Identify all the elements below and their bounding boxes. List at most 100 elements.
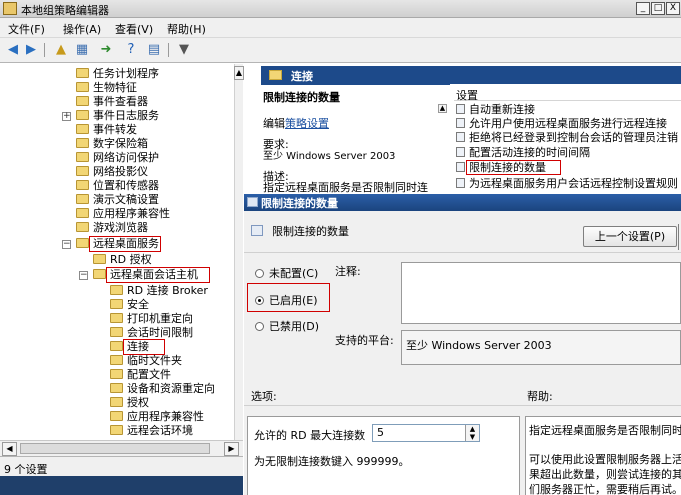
- folder-icon: [76, 124, 89, 134]
- scroll-up-icon[interactable]: ▲: [234, 66, 244, 80]
- settings-list: 设置 ▲ 自动重新连接 允许用户使用远程桌面服务进行远程连接 拒绝将已经登录到控…: [438, 84, 681, 196]
- details-header: 连接: [261, 66, 681, 85]
- tree-item[interactable]: 远程会话环境: [110, 424, 193, 438]
- highlight-box: [247, 283, 330, 312]
- tree-item[interactable]: 网络投影仪: [76, 165, 148, 179]
- window-title: 本地组策略编辑器: [21, 4, 109, 17]
- tree-item[interactable]: 授权: [110, 396, 149, 410]
- forward-arrow-icon[interactable]: ▶: [23, 42, 39, 58]
- tree-item[interactable]: 事件转发: [76, 123, 137, 137]
- scroll-right-icon[interactable]: ▶: [224, 442, 239, 456]
- folder-icon: [76, 166, 89, 176]
- settings-column-header[interactable]: 设置: [454, 86, 681, 102]
- menu-action[interactable]: 操作(A): [63, 21, 101, 37]
- menu-file[interactable]: 文件(F): [8, 21, 45, 37]
- radio-disabled[interactable]: 已禁用(D): [255, 318, 319, 334]
- policy-icon: [247, 197, 258, 207]
- tree-horizontal-scrollbar[interactable]: ◀ ▶: [0, 440, 243, 456]
- options-panel: 允许的 RD 最大连接数 5 ▲ ▼ 为无限制连接数键入 999999。: [247, 416, 520, 495]
- collapse-icon[interactable]: −: [79, 271, 88, 280]
- folder-icon: [76, 96, 89, 106]
- folder-icon: [110, 355, 123, 365]
- folder-icon: [76, 110, 89, 120]
- filter-icon[interactable]: ▼: [176, 42, 192, 58]
- tree-item[interactable]: 应用程序兼容性: [110, 410, 204, 424]
- setting-row[interactable]: 自动重新连接: [456, 103, 535, 116]
- menu-view[interactable]: 查看(V): [115, 21, 153, 37]
- tree-item[interactable]: 配置文件: [110, 368, 171, 382]
- radio-icon: [255, 322, 264, 331]
- spin-down-icon[interactable]: ▼: [465, 433, 479, 441]
- highlight-box: [106, 267, 210, 283]
- tree-item[interactable]: 任务计划程序: [76, 67, 159, 81]
- help-text-line: 可以使用此设置限制服务器上活: [529, 453, 681, 466]
- folder-icon: [76, 82, 89, 92]
- supported-platform-field: 至少 Windows Server 2003: [401, 330, 681, 365]
- folder-icon: [76, 138, 89, 148]
- folder-icon: [76, 152, 89, 162]
- comment-label: 注释:: [335, 265, 361, 278]
- show-hide-tree-icon[interactable]: ▦: [74, 42, 90, 58]
- requirements-value: 至少 Windows Server 2003: [263, 151, 396, 162]
- tree-item[interactable]: 事件日志服务: [76, 109, 159, 123]
- max-connections-spinbox[interactable]: 5 ▲ ▼: [372, 424, 480, 442]
- policy-icon: [456, 104, 465, 114]
- setting-name: 限制连接的数量: [272, 225, 349, 238]
- collapse-icon[interactable]: −: [62, 240, 71, 249]
- highlight-box: [123, 339, 165, 355]
- tree-item[interactable]: 游戏浏览器: [76, 221, 148, 235]
- tree-item[interactable]: 网络访问保护: [76, 151, 159, 165]
- setting-row[interactable]: 配置活动连接的时间间隔: [456, 146, 590, 159]
- highlight-box: [466, 160, 561, 175]
- tree-item[interactable]: RD 授权: [93, 253, 152, 267]
- expand-icon[interactable]: +: [62, 112, 71, 121]
- scroll-up-icon[interactable]: ▲: [438, 104, 447, 113]
- setting-row[interactable]: 为远程桌面服务用户会话远程控制设置规则: [456, 177, 678, 190]
- comment-field[interactable]: [401, 262, 681, 324]
- policy-icon: [251, 225, 263, 236]
- scroll-left-icon[interactable]: ◀: [2, 442, 17, 456]
- previous-setting-button[interactable]: 上一个设置(P): [583, 226, 677, 247]
- help-icon[interactable]: ?: [123, 42, 139, 58]
- maximize-button[interactable]: □: [651, 2, 665, 15]
- tree-item[interactable]: 应用程序兼容性: [76, 207, 170, 221]
- tree-item[interactable]: 会话时间限制: [110, 326, 193, 340]
- back-arrow-icon[interactable]: ◀: [5, 42, 21, 58]
- radio-not-configured[interactable]: 未配置(C): [255, 265, 318, 281]
- toolbar: ◀ ▶ ▲ ▦ ➜ ? ▤ ▼: [0, 38, 681, 63]
- tree-item[interactable]: 位置和传感器: [76, 179, 159, 193]
- menu-help[interactable]: 帮助(H): [167, 21, 206, 37]
- tree-item[interactable]: 设备和资源重定向: [110, 382, 215, 396]
- status-bar: 9 个设置: [0, 456, 243, 476]
- spin-up-icon[interactable]: ▲: [465, 425, 479, 433]
- folder-icon: [110, 397, 123, 407]
- minimize-button[interactable]: _: [636, 2, 650, 15]
- properties-icon[interactable]: ▤: [146, 42, 162, 58]
- setting-row[interactable]: 允许用户使用远程桌面服务进行远程连接: [456, 117, 667, 130]
- options-label: 选项:: [251, 390, 277, 403]
- close-button[interactable]: X: [666, 2, 680, 15]
- tree-vertical-scrollbar[interactable]: ▲: [234, 64, 244, 440]
- tree-item[interactable]: 演示文稿设置: [76, 193, 159, 207]
- divider: [244, 405, 681, 406]
- tree-item[interactable]: 事件查看器: [76, 95, 148, 109]
- help-text-line: 们服务器正忙，需要稍后再试。: [529, 483, 681, 495]
- policy-icon: [456, 118, 465, 128]
- tree-item[interactable]: 打印机重定向: [110, 312, 193, 326]
- tree-item[interactable]: 安全: [110, 298, 149, 312]
- tree-item[interactable]: 数字保险箱: [76, 137, 148, 151]
- tree-item[interactable]: 临时文件夹: [110, 354, 182, 368]
- tree-item[interactable]: 生物特征: [76, 81, 137, 95]
- export-list-icon[interactable]: ➜: [98, 42, 114, 58]
- policy-icon: [456, 147, 465, 157]
- up-folder-icon[interactable]: ▲: [53, 42, 69, 58]
- folder-icon: [269, 70, 282, 80]
- radio-icon: [255, 269, 264, 278]
- tree-item[interactable]: RD 连接 Broker: [110, 284, 208, 298]
- scroll-thumb[interactable]: [20, 443, 210, 454]
- edit-policy-link[interactable]: 策略设置: [285, 117, 329, 130]
- setting-row[interactable]: 拒绝将已经登录到控制台会话的管理员注销: [456, 131, 678, 144]
- policy-title: 限制连接的数量: [263, 91, 340, 104]
- folder-icon: [110, 341, 123, 351]
- policy-icon: [456, 162, 465, 172]
